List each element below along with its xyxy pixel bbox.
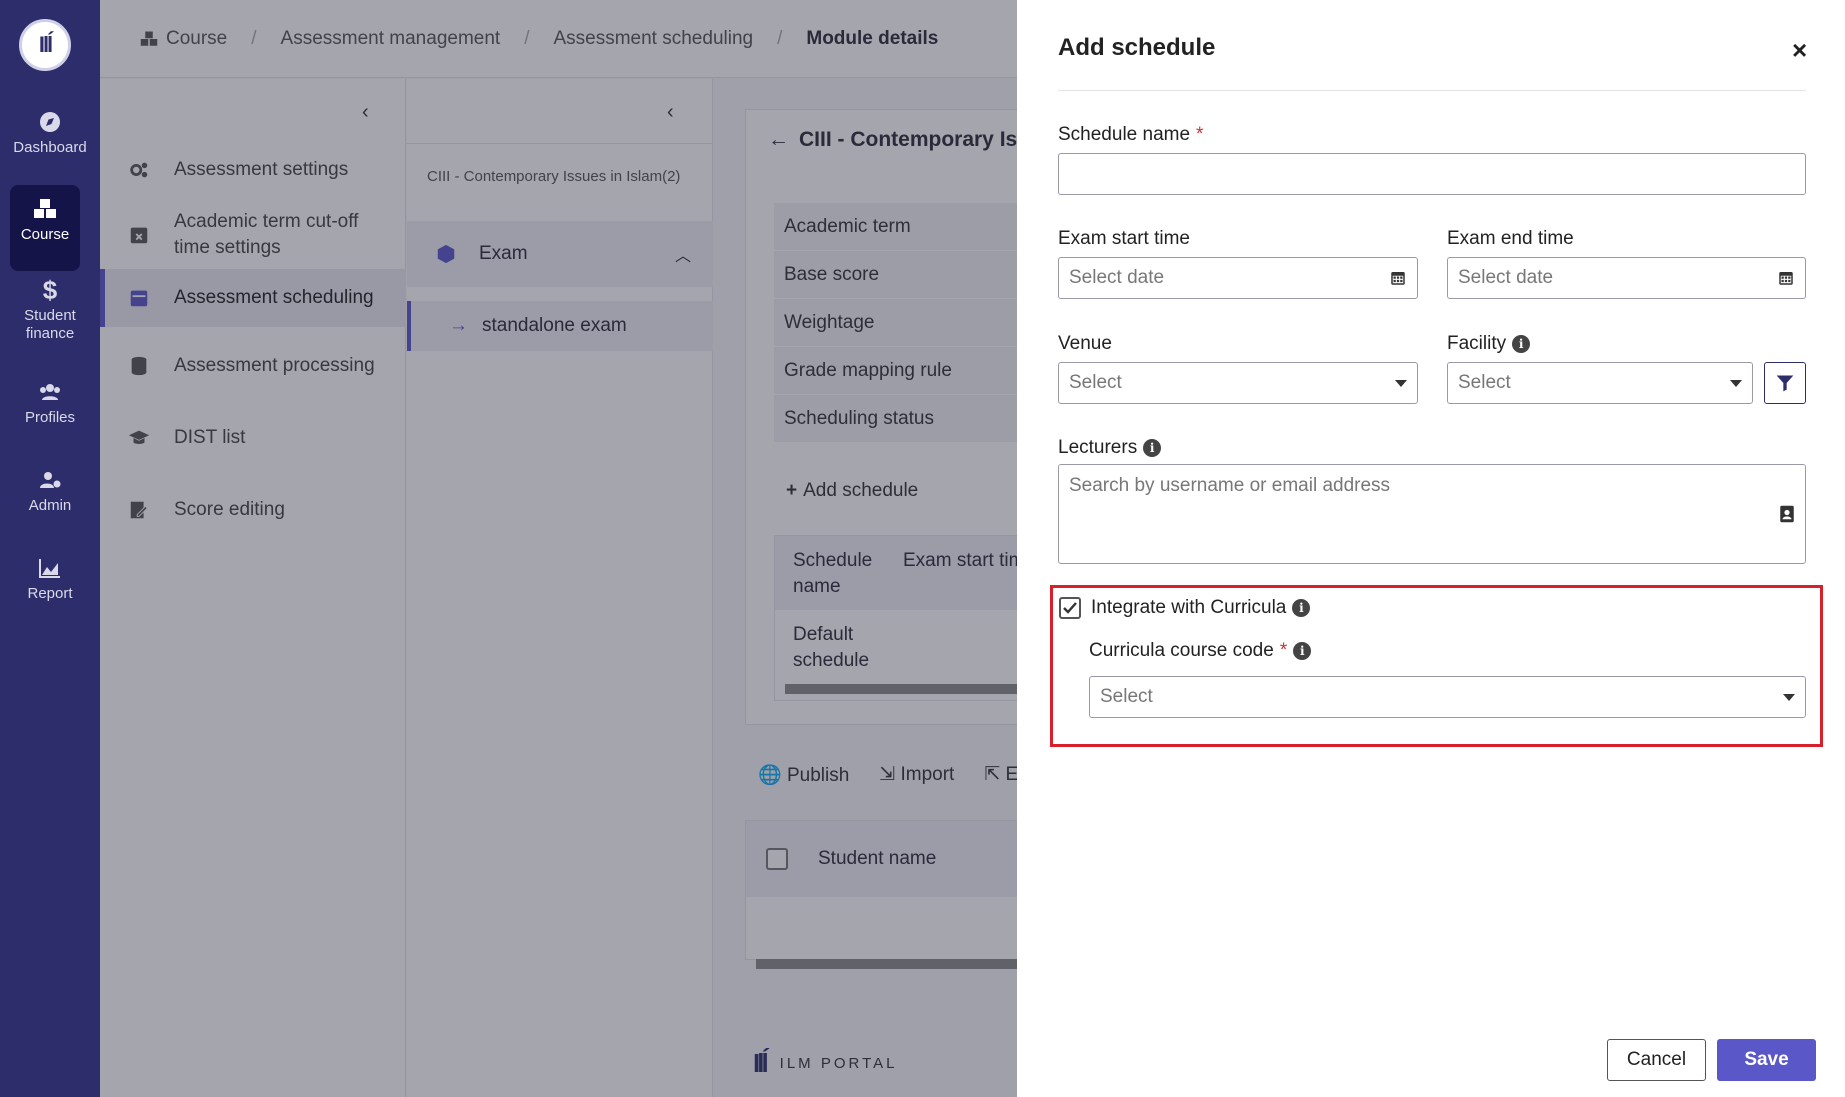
cubes-icon (34, 199, 56, 218)
calendar-icon[interactable] (1389, 269, 1407, 287)
users-icon (40, 384, 60, 400)
rail-item-admin[interactable]: Admin (0, 468, 100, 515)
rail-label: Admin (28, 497, 72, 514)
dollar-icon: $ (42, 275, 58, 305)
curricula-course-code-select[interactable]: Select (1089, 676, 1806, 718)
filter-icon (1776, 375, 1794, 392)
exam-end-date-picker[interactable]: Select date (1447, 257, 1806, 299)
add-schedule-drawer: Add schedule × Schedule name * Exam start… (1017, 0, 1845, 1097)
exam-start-date-picker[interactable]: Select date (1058, 257, 1418, 299)
exam-end-label: Exam end time (1447, 228, 1574, 249)
venue-select[interactable]: Select (1058, 362, 1418, 404)
divider (1058, 90, 1806, 91)
save-button[interactable]: Save (1717, 1039, 1816, 1081)
rail-item-report[interactable]: Report (0, 556, 100, 603)
facility-filter-button[interactable] (1764, 362, 1806, 404)
info-icon[interactable]: i (1293, 642, 1312, 660)
rail-label: Course (20, 226, 70, 243)
label-text: Curricula course code (1089, 640, 1274, 661)
caret-down-icon (1783, 693, 1795, 701)
curricula-course-code-label: Curricula course code * i (1089, 640, 1312, 662)
drawer-title: Add schedule (1058, 34, 1216, 61)
rail-item-dashboard[interactable]: Dashboard (0, 110, 100, 157)
rail-item-profiles[interactable]: Profiles (0, 380, 100, 427)
lecturers-search-input[interactable]: Search by username or email address (1058, 464, 1806, 564)
placeholder-text: Search by username or email address (1069, 475, 1391, 496)
select-value: Select (1458, 372, 1511, 393)
rail-item-student-finance[interactable]: $ Student finance (0, 275, 100, 343)
rail-label: Student finance (24, 307, 76, 342)
venue-label: Venue (1058, 333, 1112, 354)
label-text: Facility (1447, 333, 1507, 354)
label-text: Lecturers (1058, 437, 1138, 458)
cancel-button[interactable]: Cancel (1607, 1039, 1706, 1081)
app-logo[interactable]: Ilĺ (19, 19, 71, 71)
schedule-name-input[interactable] (1058, 153, 1806, 195)
nav-rail: Ilĺ Dashboard Course $ Student finance P… (0, 0, 100, 1097)
placeholder-text: Select date (1069, 267, 1165, 288)
select-value: Select (1100, 686, 1153, 707)
integrate-curricula-label[interactable]: Integrate with Curricula i (1091, 597, 1311, 619)
check-icon (1063, 602, 1077, 614)
info-icon[interactable]: i (1512, 335, 1531, 353)
calendar-icon[interactable] (1777, 269, 1795, 287)
lecturers-label: Lecturers i (1058, 437, 1162, 459)
address-book-icon[interactable] (1779, 505, 1795, 523)
facility-select[interactable]: Select (1447, 362, 1753, 404)
caret-down-icon (1730, 379, 1742, 387)
rail-label: Dashboard (13, 139, 87, 156)
facility-label: Facility i (1447, 333, 1531, 355)
rail-label: Report (27, 585, 73, 602)
info-icon[interactable]: i (1292, 599, 1311, 617)
user-cog-icon (40, 472, 61, 488)
placeholder-text: Select date (1458, 267, 1554, 288)
required-asterisk: * (1196, 124, 1204, 145)
compass-icon (40, 112, 60, 132)
required-asterisk: * (1279, 640, 1288, 661)
label-text: Integrate with Curricula (1091, 597, 1287, 618)
caret-down-icon (1395, 379, 1407, 387)
schedule-name-label: Schedule name * (1058, 124, 1203, 146)
integrate-curricula-checkbox[interactable] (1059, 597, 1081, 619)
label-text: Schedule name (1058, 124, 1191, 145)
exam-start-label: Exam start time (1058, 228, 1190, 249)
modal-backdrop[interactable] (100, 0, 1017, 1097)
info-icon[interactable]: i (1143, 439, 1162, 457)
rail-item-course[interactable]: Course (10, 185, 80, 271)
rail-label: Profiles (24, 409, 76, 426)
chart-area-icon (39, 559, 60, 578)
close-icon[interactable]: × (1792, 35, 1807, 66)
select-value: Select (1069, 372, 1122, 393)
